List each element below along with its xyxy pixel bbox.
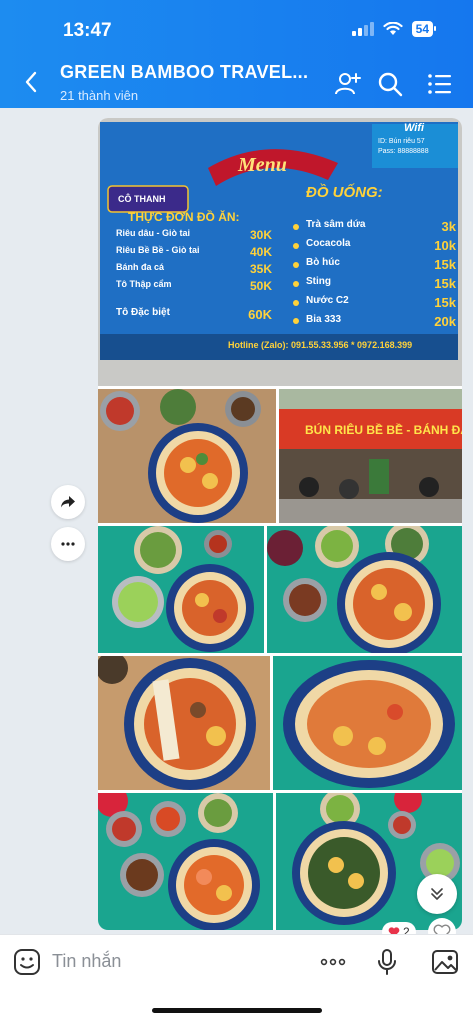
food-item-name: Riêu dâu - Giò tai [116, 228, 191, 238]
drink-item-price: 15k [434, 257, 456, 272]
drink-item-price: 20k [434, 314, 456, 329]
drink-item-price: 3k [441, 219, 456, 234]
storefront-photo[interactable]: BÚN RIÊU BỀ BỀ - BÁNH ĐA CÁ [279, 389, 462, 523]
noodle-bowl-graphic [100, 389, 261, 523]
photo-message[interactable]: Menu CÔ THANH Wifi ID: Bún riêu 57 Pass:… [98, 118, 462, 930]
drink-list: Trà sâm dứa 3k Cocacola 10k Bò húc 15k Stin… [306, 219, 456, 333]
menu-board-photo[interactable]: Menu CÔ THANH Wifi ID: Bún riêu 57 Pass:… [98, 118, 462, 386]
hotline: Hotline (Zalo): 091.55.33.956 * 0972.168… [228, 340, 413, 350]
drink-item-name: Bò húc [306, 257, 340, 268]
battery-indicator: 54 [411, 21, 437, 37]
chat-header: 13:47 54 GREEN BAMBOO TRAVEL... 21 thành… [0, 0, 473, 108]
drink-item-price: 15k [434, 276, 456, 291]
noodle-bowl-graphic [112, 526, 254, 652]
food-item-name: Bánh đa cá [116, 262, 165, 272]
sticker-icon[interactable] [12, 947, 42, 977]
message-input[interactable]: Tin nhắn [52, 951, 121, 972]
noodle-bowl-photo[interactable] [98, 389, 276, 523]
share-button[interactable] [51, 485, 85, 519]
scroll-to-bottom-button[interactable] [417, 874, 457, 914]
menu-list-icon[interactable] [426, 70, 454, 98]
more-dots-icon [61, 542, 75, 546]
noodle-bowl-photo[interactable] [267, 526, 462, 653]
food-item-price: 60K [248, 307, 272, 322]
more-horizontal-icon[interactable] [318, 947, 348, 977]
drink-item-name: Nước C2 [306, 295, 349, 306]
member-count[interactable]: 21 thành viên [60, 88, 138, 103]
drink-item-name: Trà sâm dứa [306, 219, 366, 230]
food-list: Riêu dâu - Giò tai 30K Riêu Bề Bề - Giò t… [116, 228, 272, 324]
food-item-price: 30K [249, 228, 272, 242]
drink-item-price: 10k [434, 238, 456, 253]
home-indicator [152, 1008, 322, 1013]
noodle-bowl-graphic [98, 656, 256, 790]
noodle-bowl-photo[interactable] [98, 526, 264, 653]
share-icon [61, 496, 75, 508]
wifi-label: Wifi [404, 122, 425, 134]
storefront-graphic [279, 389, 462, 523]
brand-label: CÔ THANH [118, 194, 166, 204]
wifi-id: ID: Bún riêu 57 [378, 138, 425, 145]
food-item-name: Tô Đặc biệt [116, 307, 170, 318]
drink-item-name: Cocacola [306, 238, 351, 249]
noodle-bowl-photo[interactable] [273, 656, 462, 790]
status-time: 13:47 [63, 20, 112, 41]
wifi-pass: Pass: 88888888 [378, 148, 429, 155]
noodle-bowl-graphic [267, 526, 441, 653]
drink-item-name: Sting [306, 276, 331, 287]
drink-item-name: Bia 333 [306, 314, 342, 325]
noodle-bowl-graphic [98, 793, 260, 930]
image-gallery-icon[interactable] [430, 947, 460, 977]
drink-title: ĐỒ UỐNG: [306, 184, 383, 201]
group-title[interactable]: GREEN BAMBOO TRAVEL... [60, 62, 308, 83]
food-item-price: 50K [249, 279, 272, 293]
drink-item-price: 15k [434, 295, 456, 310]
back-arrow-icon[interactable] [20, 70, 44, 94]
storefront-sign: BÚN RIÊU BỀ BỀ - BÁNH ĐA CÁ [305, 423, 462, 437]
noodle-bowl-graphic [283, 660, 455, 788]
food-item-name: Tô Thập cẩm [116, 279, 172, 289]
food-item-price: 35K [249, 262, 272, 276]
search-icon[interactable] [376, 70, 404, 98]
double-chevron-down-icon [431, 888, 443, 900]
microphone-icon[interactable] [372, 947, 402, 977]
food-item-name: Riêu Bề Bề - Giò tai [116, 245, 200, 255]
noodle-bowl-photo[interactable] [98, 793, 273, 930]
noodle-bowl-photo[interactable] [98, 656, 270, 790]
food-title: THỰC ĐƠN ĐỒ ĂN: [128, 210, 240, 224]
add-member-icon[interactable] [334, 70, 362, 98]
cellular-signal-icon [351, 22, 374, 36]
menu-heading: Menu [238, 154, 287, 176]
status-icons: 54 [351, 21, 437, 37]
more-options-button[interactable] [51, 527, 85, 561]
wifi-icon [383, 22, 403, 35]
food-item-price: 40K [249, 245, 272, 259]
